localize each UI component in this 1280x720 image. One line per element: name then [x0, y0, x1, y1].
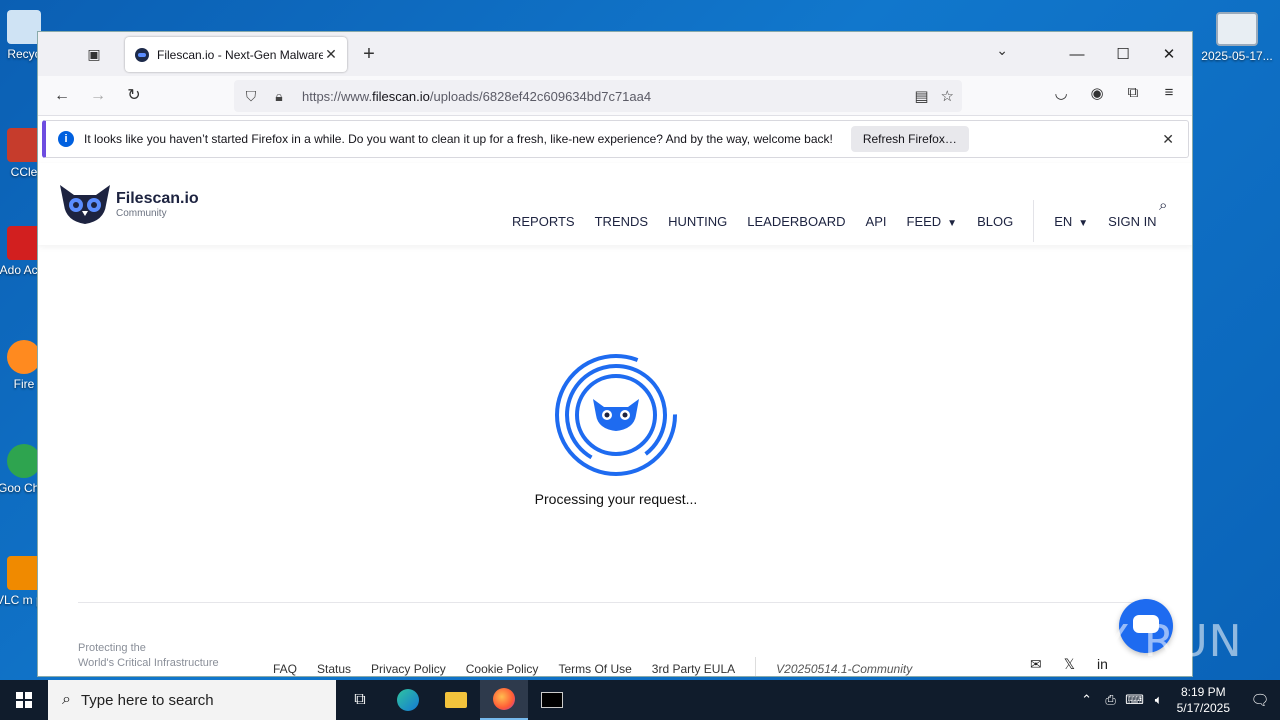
notification-close-icon[interactable]: ✕ [1162, 131, 1174, 148]
menu-hamburger-icon[interactable]: ≡ [1158, 84, 1180, 102]
forward-arrow-icon[interactable]: → [86, 84, 110, 108]
bookmark-star-icon[interactable]: ☆ [941, 87, 954, 105]
menu-feed[interactable]: FEED ▼ [907, 214, 958, 229]
brand-subtitle: Community [116, 207, 167, 219]
refresh-firefox-button[interactable]: Refresh Firefox… [850, 126, 969, 152]
version-label: V20250514.1-Community [776, 662, 913, 676]
page-content: Filescan.io Community REPORTS TRENDS HUN… [38, 163, 1192, 676]
sign-in-link[interactable]: SIGN IN [1108, 214, 1156, 229]
reload-icon[interactable]: ↻ [122, 84, 146, 108]
account-icon[interactable]: ◉ [1086, 84, 1108, 102]
menu-feed-label: FEED [906, 213, 942, 229]
menu-divider [1033, 200, 1035, 242]
footer-link-privacy[interactable]: Privacy Policy [371, 662, 446, 676]
list-all-tabs-icon[interactable]: ⌄ [996, 42, 1008, 59]
maximize-button[interactable]: ☐ [1100, 45, 1146, 63]
brand-name: Filescan.io [116, 189, 199, 207]
clock[interactable]: 8:19 PM 5/17/2025 [1177, 684, 1230, 716]
system-tray: ⌃ ⎙ ⌨ 🔈︎ 8:19 PM 5/17/2025 🗨︎ [1075, 680, 1280, 720]
navigation-toolbar: ← → ↻ ⛉ 🔒︎ https://www.filescan.io/uploa… [38, 76, 1192, 116]
url-path: /uploads/6828ef42c609634bd7c71aa4 [429, 88, 652, 104]
reader-view-icon[interactable]: ▤ [914, 87, 928, 105]
minimize-button[interactable]: — [1054, 46, 1100, 63]
url-prefix: https://www. [302, 88, 373, 104]
owl-favicon-icon [135, 47, 149, 62]
language-selector[interactable]: EN ▼ [1054, 214, 1088, 229]
firefox-view-icon[interactable]: ▣ [84, 44, 104, 64]
tab-close-icon[interactable]: ✕ [323, 46, 339, 63]
footer-link-terms[interactable]: Terms Of Use [558, 662, 631, 676]
terminal-icon[interactable] [528, 680, 576, 720]
loading-spinner [555, 354, 677, 476]
filescan-logo[interactable]: Filescan.io Community [58, 183, 199, 225]
menu-reports[interactable]: REPORTS [512, 214, 575, 229]
main-menu: REPORTS TRENDS HUNTING LEADERBOARD API F… [512, 200, 1177, 242]
footer-links: FAQ Status Privacy Policy Cookie Policy … [273, 657, 932, 676]
lock-icon[interactable]: 🔒︎ [268, 88, 290, 105]
chevron-down-icon: ▼ [1078, 217, 1089, 229]
processing-message: Processing your request... [534, 491, 698, 507]
firefox-taskbar-icon[interactable] [480, 680, 528, 720]
edge-icon[interactable] [384, 680, 432, 720]
language-label: EN [1054, 213, 1073, 229]
network-icon[interactable]: ⌨ [1123, 692, 1147, 708]
window-controls: — ☐ ✕ [1054, 32, 1192, 76]
search-icon: ⌕ [62, 691, 71, 708]
new-tab-button[interactable]: + [358, 43, 380, 65]
extensions-icon[interactable]: ⧉ [1122, 84, 1144, 102]
back-arrow-icon[interactable]: ← [50, 84, 74, 108]
menu-hunting[interactable]: HUNTING [668, 214, 727, 229]
footer-divider [78, 602, 1154, 603]
menu-api[interactable]: API [866, 214, 887, 229]
toolbar-right: ◡ ◉ ⧉ ≡ [1050, 84, 1180, 102]
menu-blog[interactable]: BLOG [977, 214, 1013, 229]
info-icon: i [58, 131, 74, 147]
url-text[interactable]: https://www.filescan.io/uploads/6828ef42… [302, 89, 651, 104]
notification-text: It looks like you haven’t started Firefo… [84, 132, 833, 146]
device-icon[interactable]: ⎙ [1099, 692, 1123, 708]
volume-icon[interactable]: 🔈︎ [1147, 692, 1171, 708]
footer-link-status[interactable]: Status [317, 662, 351, 676]
tab-bar: ▣ Filescan.io - Next-Gen Malware ✕ + ⌄ —… [38, 32, 1192, 76]
anyrun-watermark: ANY RUN [1036, 616, 1243, 667]
url-domain: filescan.io [372, 88, 430, 104]
close-window-button[interactable]: ✕ [1146, 45, 1192, 63]
tagline-line-1: Protecting the [78, 642, 146, 654]
tagline-line-2: World's Critical Infrastructure [78, 657, 219, 669]
taskbar-search-box[interactable]: ⌕ Type here to search [48, 680, 336, 720]
clock-date: 5/17/2025 [1176, 701, 1230, 715]
address-bar[interactable]: ⛉ 🔒︎ https://www.filescan.io/uploads/682… [234, 80, 962, 112]
task-view-icon[interactable]: ⧉ [336, 680, 384, 720]
footer-divider-vertical [755, 657, 757, 676]
footer-link-cookie[interactable]: Cookie Policy [466, 662, 539, 676]
owl-logo-icon [60, 185, 110, 224]
chevron-down-icon: ▼ [947, 217, 958, 229]
notification-center-icon[interactable]: 🗨︎ [1240, 691, 1280, 709]
search-icon[interactable]: ⌕ [1159, 197, 1167, 214]
pocket-icon[interactable]: ◡ [1050, 84, 1072, 102]
firefox-window: ▣ Filescan.io - Next-Gen Malware ✕ + ⌄ —… [37, 31, 1193, 677]
shield-icon[interactable]: ⛉ [240, 88, 262, 105]
document-file-icon[interactable]: 2025-05-17... [1200, 12, 1274, 63]
refresh-firefox-notification: i It looks like you haven’t started Fire… [42, 120, 1189, 158]
start-button[interactable] [0, 680, 48, 720]
site-header: Filescan.io Community REPORTS TRENDS HUN… [38, 163, 1192, 245]
taskbar: ⌕ Type here to search ⧉ ⌃ ⎙ ⌨ 🔈︎ 8:19 PM… [0, 680, 1280, 720]
clock-time: 8:19 PM [1180, 685, 1226, 699]
tab-title: Filescan.io - Next-Gen Malware [157, 47, 323, 62]
footer-tagline: Protecting the World's Critical Infrastr… [78, 641, 219, 671]
footer-link-faq[interactable]: FAQ [273, 662, 297, 676]
chevron-up-icon[interactable]: ⌃ [1075, 692, 1099, 708]
footer-link-eula[interactable]: 3rd Party EULA [652, 662, 735, 676]
menu-trends[interactable]: TRENDS [595, 214, 648, 229]
windows-logo-icon [16, 692, 32, 708]
menu-leaderboard[interactable]: LEADERBOARD [747, 214, 845, 229]
search-placeholder: Type here to search [80, 691, 214, 709]
file-explorer-icon[interactable] [432, 680, 480, 720]
tab-filescan[interactable]: Filescan.io - Next-Gen Malware ✕ [125, 37, 347, 72]
